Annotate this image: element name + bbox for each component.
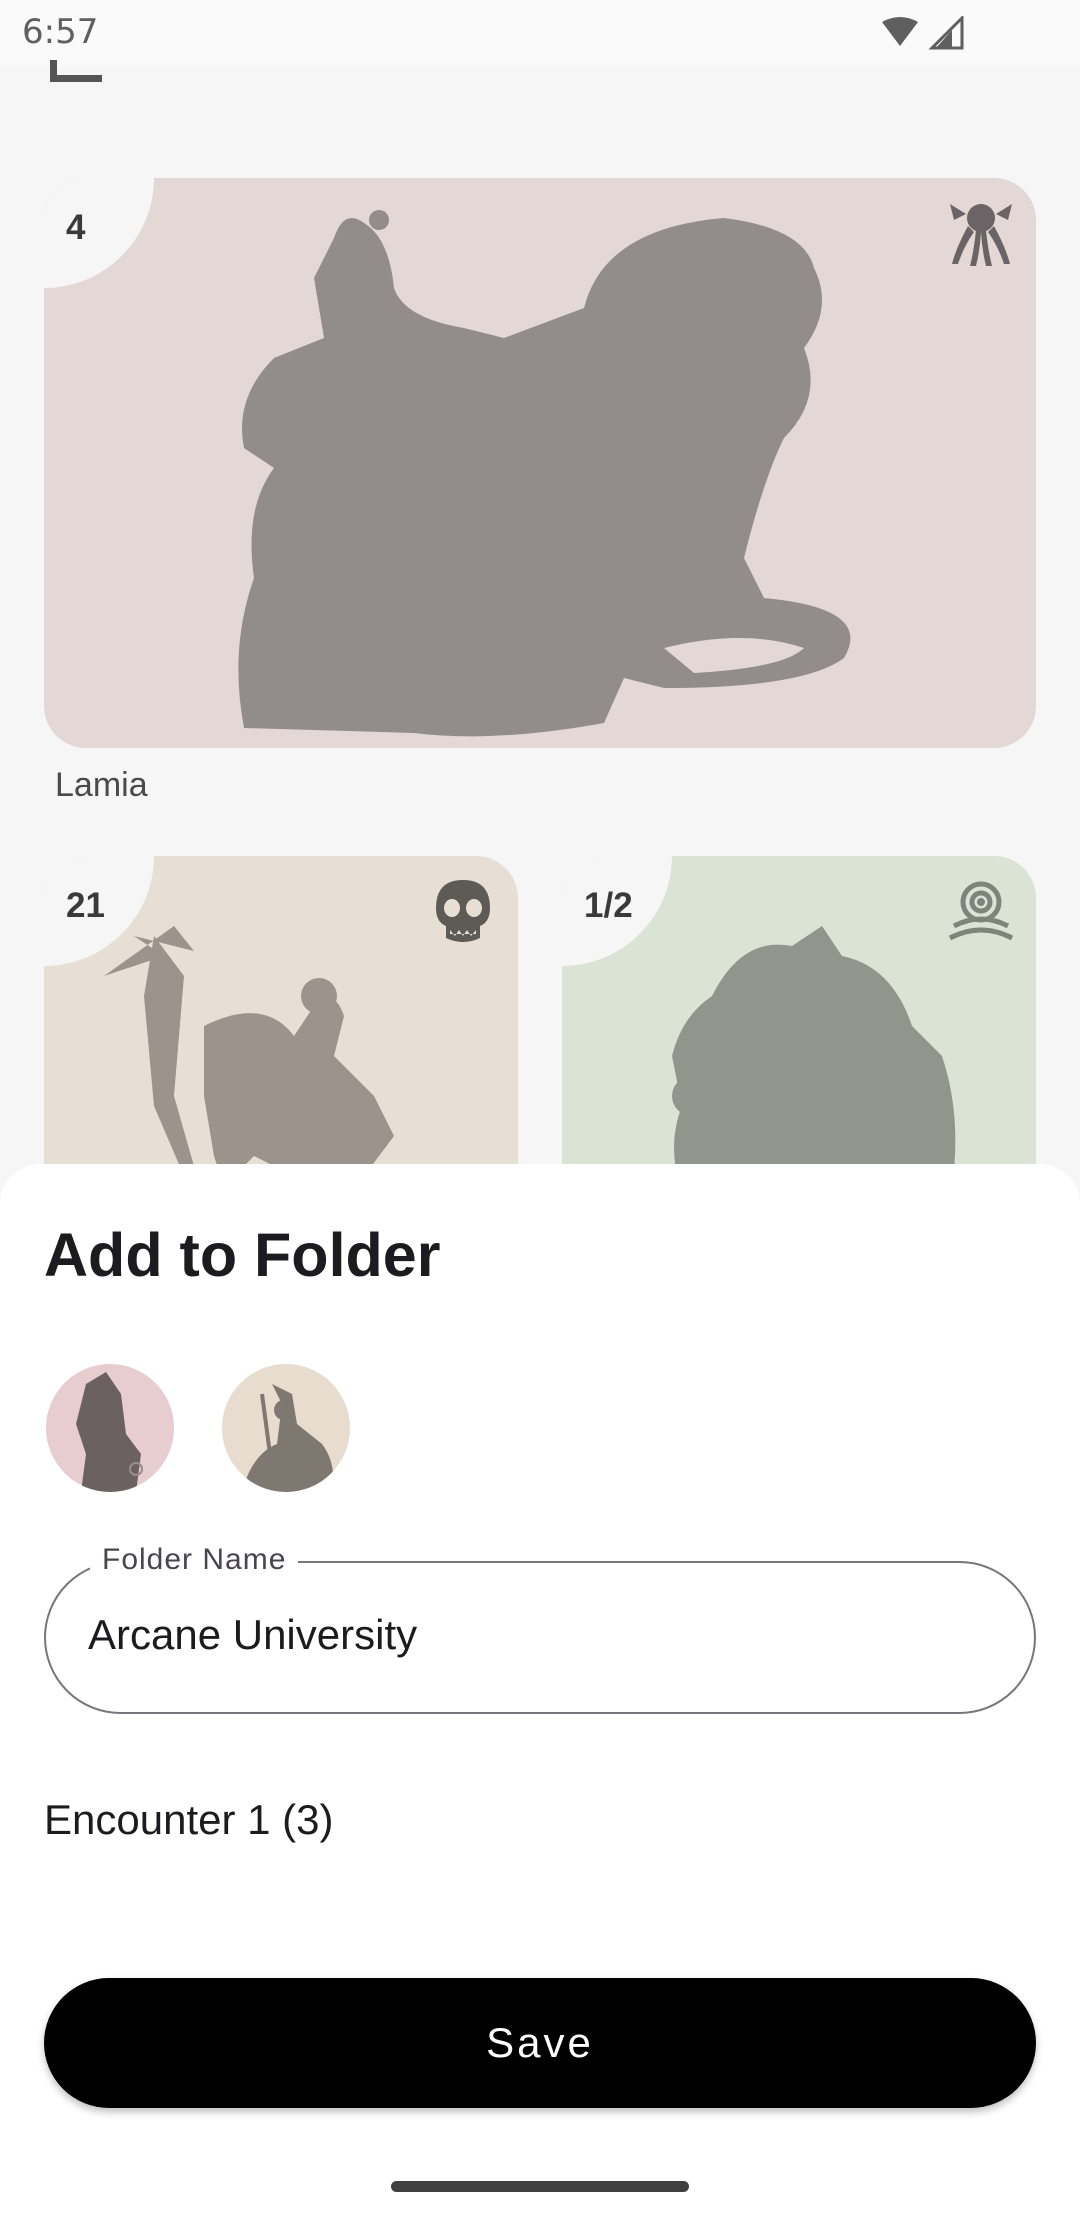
status-icons <box>882 16 964 50</box>
spiral-eye-icon <box>948 881 1014 941</box>
lamia-silhouette <box>238 210 851 737</box>
status-bar: 6:57 <box>0 0 1080 66</box>
challenge-rating: 4 <box>66 208 86 247</box>
home-indicator[interactable] <box>391 2181 689 2192</box>
save-button[interactable]: Save <box>44 1978 1036 2108</box>
folder-name-label: Folder Name <box>90 1543 299 1577</box>
folder-name-input[interactable] <box>88 1611 988 1659</box>
status-time: 6:57 <box>22 12 99 52</box>
cell-signal-icon <box>928 16 964 50</box>
toolbar-icon-fragment <box>50 60 102 82</box>
aberration-icon <box>950 204 1012 266</box>
sheet-title: Add to Folder <box>44 1221 441 1289</box>
skull-icon <box>436 880 490 942</box>
encounter-option[interactable]: Encounter 1 (3) <box>44 1796 334 1844</box>
wifi-icon <box>882 17 918 46</box>
add-to-folder-sheet: Add to Folder Folder Name Encounter 1 (3… <box>0 1164 1080 2220</box>
folder-name-field[interactable]: Folder Name <box>44 1543 1036 1714</box>
monster-card-lamia[interactable]: 4 <box>44 178 1036 748</box>
folder-monster-avatar[interactable] <box>46 1364 174 1492</box>
monster-thumbnail <box>242 1384 334 1492</box>
card-name-lamia: Lamia <box>55 766 148 804</box>
folder-monster-avatar[interactable] <box>222 1364 350 1492</box>
challenge-rating: 21 <box>66 886 105 925</box>
monster-thumbnail <box>76 1372 143 1492</box>
challenge-rating: 1/2 <box>584 886 633 925</box>
